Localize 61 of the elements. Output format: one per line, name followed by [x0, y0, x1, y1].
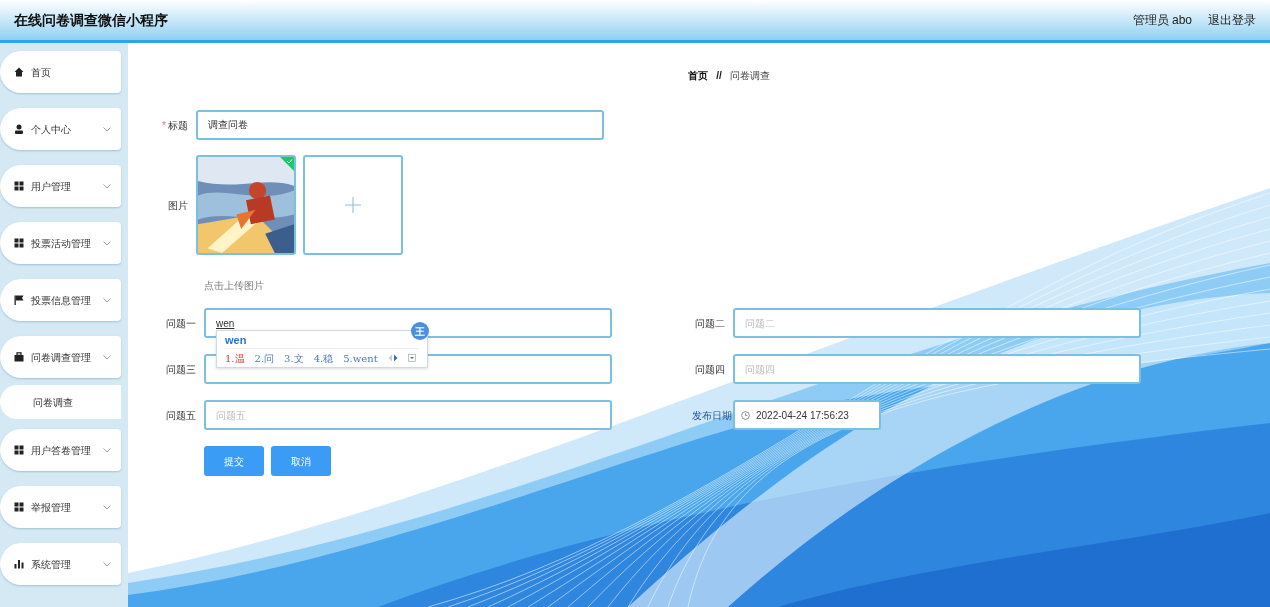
page-arrows-icon — [387, 354, 398, 362]
user-label: 管理员 abo — [1132, 12, 1192, 29]
sidebar-item[interactable]: 问卷调查管理 — [0, 336, 121, 378]
flag-icon — [14, 295, 24, 305]
sidebar-subitem[interactable]: 问卷调查 — [0, 385, 121, 419]
sidebar-item[interactable]: 系统管理 — [0, 543, 121, 585]
ime-candidate[interactable]: 1.温 — [225, 350, 245, 366]
question-input[interactable]: 问题五 — [204, 400, 612, 430]
field-label: 问题一 — [165, 316, 197, 331]
date-picker[interactable]: 2022-04-24 17:56:23 — [733, 400, 881, 430]
field-label: 标题 — [168, 118, 188, 133]
ime-candidate[interactable]: 2.问 — [254, 350, 275, 366]
grid-icon — [14, 502, 24, 512]
breadcrumb-current: 问卷调查 — [729, 69, 770, 83]
sidebar-item[interactable]: 个人中心 — [0, 108, 121, 150]
required-mark: * — [162, 118, 166, 133]
check-badge-icon — [280, 157, 294, 171]
sidebar-label: 首页 — [31, 65, 52, 80]
sidebar-item[interactable]: 首页 — [0, 51, 121, 93]
field-label: 问题五 — [165, 408, 197, 423]
ime-logo-badge: 王 — [411, 322, 429, 340]
date-value: 2022-04-24 17:56:23 — [756, 408, 849, 423]
ime-candidate[interactable]: 3.文 — [284, 350, 304, 366]
logout-link[interactable]: 退出登录 — [1208, 11, 1256, 29]
field-label: 问题三 — [165, 362, 197, 377]
sidebar-label: 用户答卷管理 — [31, 443, 92, 458]
dropdown-icon — [407, 354, 416, 362]
question-input[interactable]: 问题四 — [733, 354, 1141, 384]
sidebar-label: 问卷调查管理 — [31, 350, 92, 365]
bar-chart-icon — [14, 559, 24, 569]
sidebar-item[interactable]: 用户管理 — [0, 165, 121, 207]
sidebar-label: 投票活动管理 — [31, 236, 92, 251]
sidebar-item[interactable]: 用户答卷管理 — [0, 429, 121, 471]
sidebar-label: 系统管理 — [31, 557, 72, 572]
home-icon — [14, 67, 24, 77]
field-label: 问题二 — [694, 316, 726, 331]
sidebar-label: 个人中心 — [31, 122, 72, 137]
app-title: 在线问卷调查微信小程序 — [14, 10, 168, 30]
sidebar-label: 用户管理 — [31, 179, 72, 194]
sidebar-label: 举报管理 — [31, 500, 72, 515]
plus-icon — [345, 197, 361, 213]
grid-icon — [14, 181, 24, 191]
sidebar-item[interactable]: 投票活动管理 — [0, 222, 121, 264]
field-label: 发布日期 — [692, 408, 733, 423]
sidebar-item[interactable]: 投票信息管理 — [0, 279, 121, 321]
clock-icon — [741, 410, 750, 420]
grid-icon — [14, 238, 24, 248]
ime-candidate[interactable]: 4.稳 — [313, 350, 334, 366]
sidebar-label: 投票信息管理 — [31, 293, 92, 308]
briefcase-icon — [14, 352, 24, 362]
upload-button[interactable] — [303, 155, 403, 255]
user-icon — [14, 124, 24, 134]
upload-hint: 点击上传图片 — [204, 280, 265, 292]
breadcrumb-separator: // — [716, 69, 722, 83]
breadcrumb-home[interactable]: 首页 — [688, 68, 709, 83]
ime-candidate[interactable]: 5.went — [343, 350, 378, 366]
grid-icon — [14, 445, 24, 455]
field-label: 问题四 — [694, 362, 726, 377]
title-input[interactable]: 调查问卷 — [196, 110, 604, 140]
field-label: 图片 — [167, 198, 189, 213]
sidebar-item[interactable]: 举报管理 — [0, 486, 121, 528]
